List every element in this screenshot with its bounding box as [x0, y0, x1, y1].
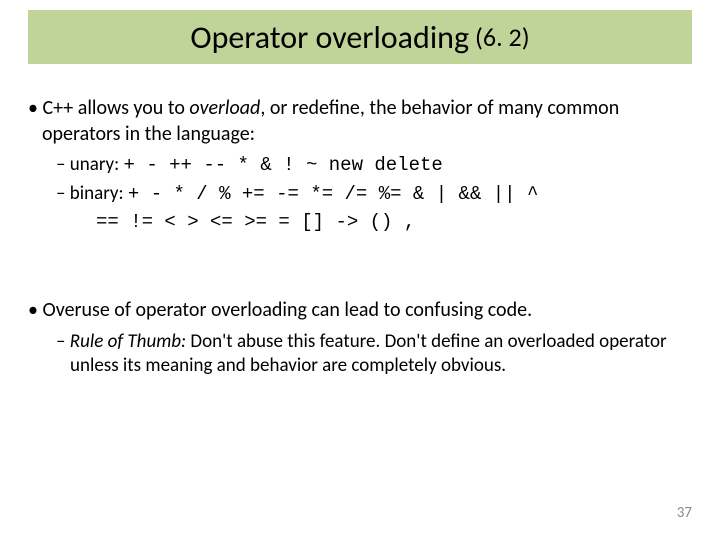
overuse-text: Overuse of operator overloading can lead…: [42, 298, 532, 322]
bullet-rule: Rule of Thumb: Don't abuse this feature.…: [24, 330, 690, 379]
bullet-unary: unary: + - ++ -- * & ! ~ new delete: [24, 153, 690, 177]
bullet-overuse: Overuse of operator overloading can lead…: [24, 298, 690, 324]
unary-ops: + - ++ -- * & ! ~ new delete: [124, 154, 443, 176]
unary-label: unary:: [70, 153, 124, 176]
page-number: 37: [677, 504, 692, 522]
binary-line2: == != < > <= >= = [] -> () ,: [24, 210, 690, 234]
slide-title: Operator overloading: [190, 18, 469, 57]
slide-body: C++ allows you to overload, or redefine,…: [24, 96, 690, 382]
binary-label: binary:: [70, 182, 128, 205]
slide-section: (6. 2): [475, 21, 530, 53]
bullet-binary: binary: + - * / % += -= *= /= %= & | && …: [24, 182, 690, 206]
title-bar: Operator overloading (6. 2): [28, 10, 692, 64]
slide: Operator overloading (6. 2) C++ allows y…: [0, 0, 720, 540]
intro-overload: overload: [189, 96, 260, 120]
binary-ops-2: == != < > <= >= = [] -> () ,: [96, 211, 415, 233]
rule-label: Rule of Thumb:: [70, 330, 186, 353]
bullet-intro: C++ allows you to overload, or redefine,…: [24, 96, 690, 147]
spacer: [24, 238, 690, 298]
binary-ops-1: + - * / % += -= *= /= %= & | && || ^: [128, 183, 538, 205]
intro-pre: C++ allows you to: [42, 96, 189, 120]
